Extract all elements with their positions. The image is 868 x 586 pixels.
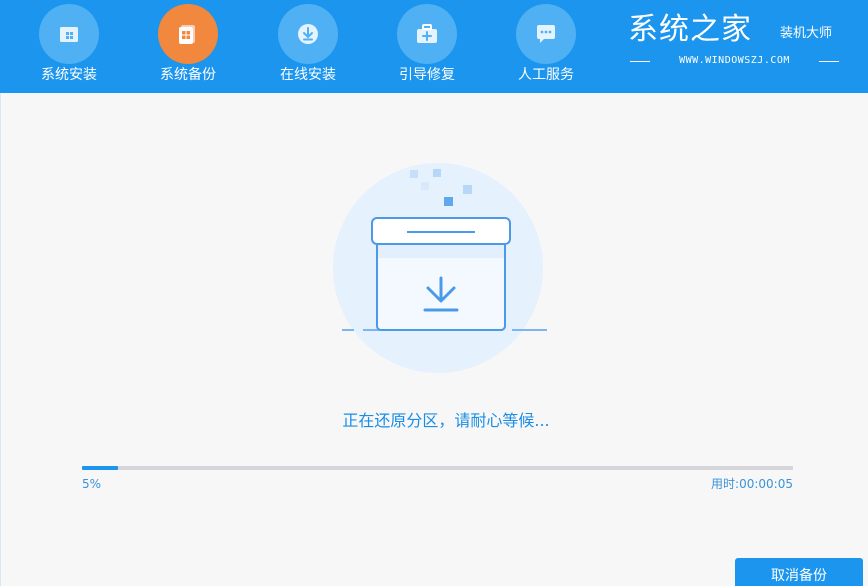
download-icon [278, 4, 338, 64]
windows-box-icon [39, 4, 99, 64]
nav-item-boot-repair[interactable]: 引导修复 [367, 2, 477, 90]
nav-item-online-install[interactable]: 在线安装 [248, 2, 358, 90]
brand-logo: 系统之家 装机大师 WWW.WINDOWSZJ.COM [628, 10, 854, 80]
nav-item-manual-service[interactable]: 人工服务 [486, 2, 596, 90]
windows-backup-icon [158, 4, 218, 64]
progress-percent: 5% [82, 477, 102, 491]
top-navigation-bar: 系统安装 系统备份 在线安装 引导修复 人工服务 系统之家 装机大师 WWW.W… [0, 0, 868, 93]
nav-item-system-backup[interactable]: 系统备份 [128, 2, 238, 90]
nav-label: 在线安装 [280, 67, 336, 83]
toolbox-icon [397, 4, 457, 64]
chat-icon [516, 4, 576, 64]
restore-box-illustration [333, 163, 547, 373]
brand-subtitle: 装机大师 [780, 26, 833, 41]
status-message: 正在还原分区，请耐心等候... [342, 411, 550, 430]
window-edge [0, 93, 1, 586]
nav-item-system-install[interactable]: 系统安装 [9, 2, 119, 90]
brand-url: WWW.WINDOWSZJ.COM [679, 55, 790, 66]
brand-title: 系统之家 [628, 12, 752, 47]
elapsed-time: 用时:00:00:05 [711, 477, 793, 491]
progress-bar-fill [82, 466, 118, 470]
nav-label: 引导修复 [399, 67, 455, 83]
progress-bar [82, 466, 793, 470]
divider [819, 61, 839, 62]
nav-label: 系统备份 [160, 67, 216, 83]
cancel-backup-button[interactable]: 取消备份 [735, 558, 863, 586]
nav-label: 人工服务 [518, 67, 574, 83]
nav-label: 系统安装 [41, 67, 97, 83]
